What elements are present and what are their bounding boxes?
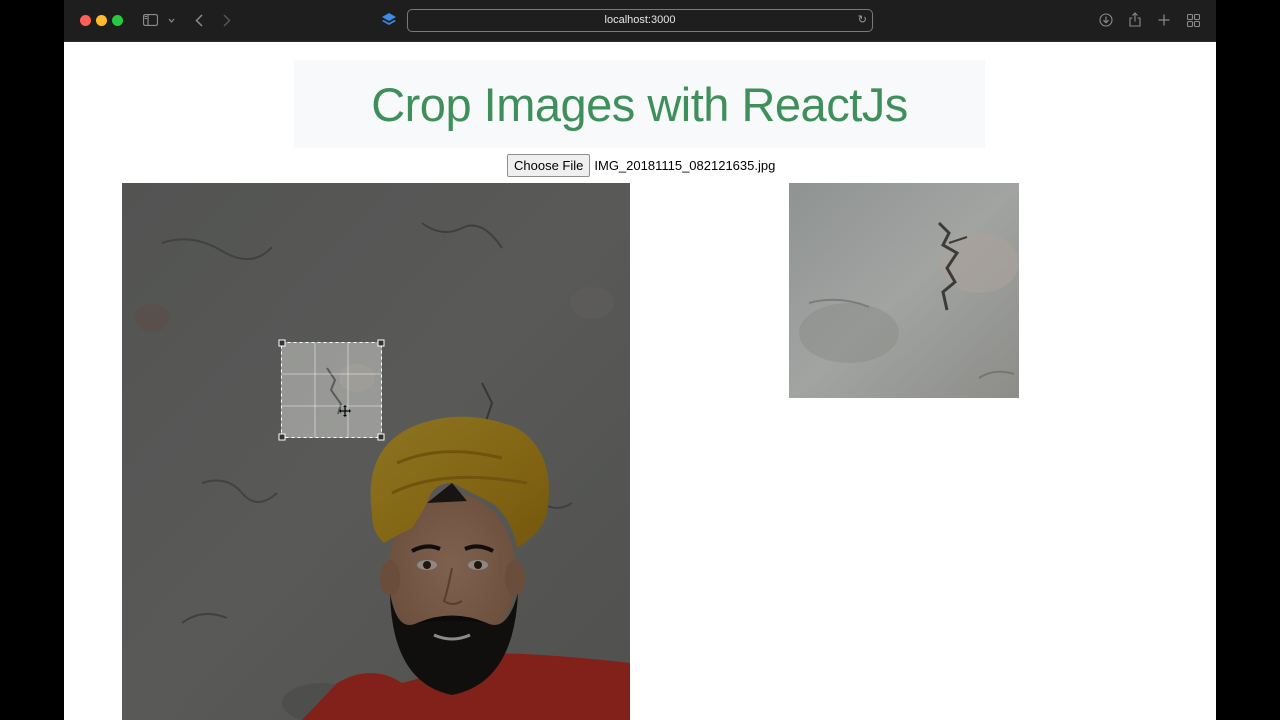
chevron-left-icon[interactable] xyxy=(195,14,203,27)
zoom-window-button[interactable] xyxy=(112,15,123,26)
layers-icon[interactable] xyxy=(381,12,397,28)
minimize-window-button[interactable] xyxy=(96,15,107,26)
address-bar[interactable]: localhost:3000 ↻ xyxy=(407,9,873,32)
plus-icon[interactable] xyxy=(1158,14,1170,26)
crop-shade-overlay xyxy=(122,183,630,720)
crop-handle-nw xyxy=(278,339,286,347)
address-bar-url: localhost:3000 xyxy=(604,14,676,26)
crop-handle-se xyxy=(377,433,385,441)
download-icon[interactable] xyxy=(1099,13,1113,27)
crop-canvas[interactable] xyxy=(122,183,630,720)
selected-file-name: IMG_20181115_082121635.jpg xyxy=(594,158,776,173)
crop-handle-ne xyxy=(377,339,385,347)
chevron-down-icon[interactable] xyxy=(168,18,175,23)
file-input[interactable]: Choose File IMG_20181115_082121635.jpg xyxy=(507,154,775,177)
cropped-preview-image xyxy=(789,183,1019,398)
crop-handle-sw xyxy=(278,433,286,441)
cropped-preview xyxy=(789,183,1019,398)
grid-icon[interactable] xyxy=(1187,14,1200,27)
header-banner: Crop Images with ReactJs xyxy=(294,60,985,148)
choose-file-button[interactable]: Choose File xyxy=(507,154,591,177)
reload-icon[interactable]: ↻ xyxy=(858,14,867,25)
browser-window: localhost:3000 ↻ Crop Images with ReactJ… xyxy=(64,0,1216,720)
chevron-right-icon[interactable] xyxy=(223,14,231,27)
browser-toolbar: localhost:3000 ↻ xyxy=(64,0,1216,42)
sidebar-icon[interactable] xyxy=(143,14,158,26)
page-title: Crop Images with ReactJs xyxy=(371,78,908,131)
close-window-button[interactable] xyxy=(80,15,91,26)
share-icon[interactable] xyxy=(1129,12,1141,27)
source-photo xyxy=(122,183,630,720)
